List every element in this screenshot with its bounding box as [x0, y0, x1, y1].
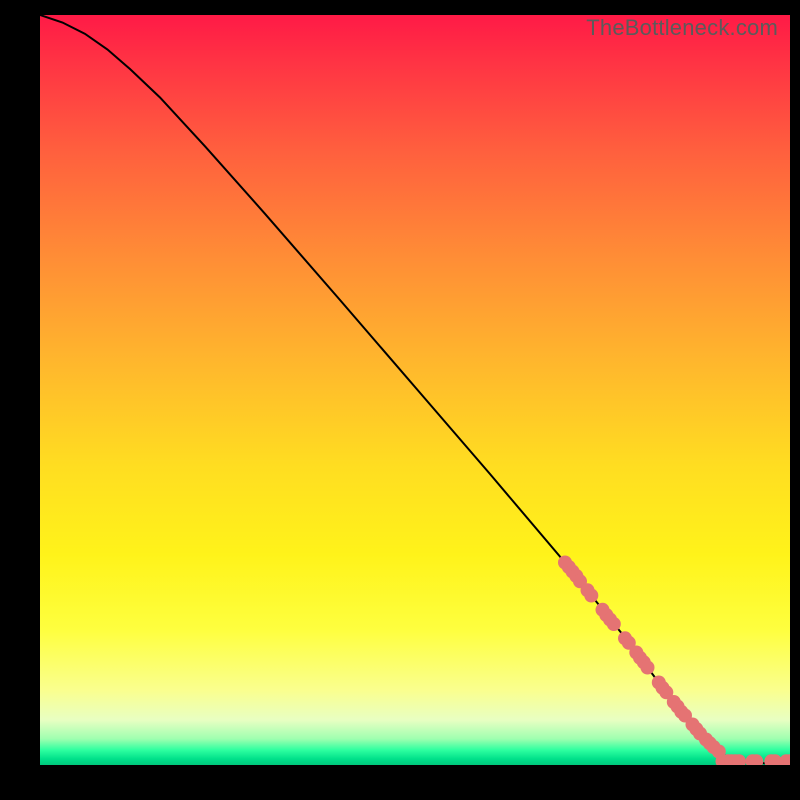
plot-area: TheBottleneck.com: [40, 15, 790, 765]
highlight-marker: [641, 661, 655, 675]
chart-overlay: [40, 15, 790, 765]
highlight-marker: [584, 589, 598, 603]
highlight-markers: [558, 556, 790, 766]
chart-container: TheBottleneck.com: [0, 0, 800, 800]
highlight-marker: [607, 617, 621, 631]
bottleneck-curve: [40, 15, 790, 764]
